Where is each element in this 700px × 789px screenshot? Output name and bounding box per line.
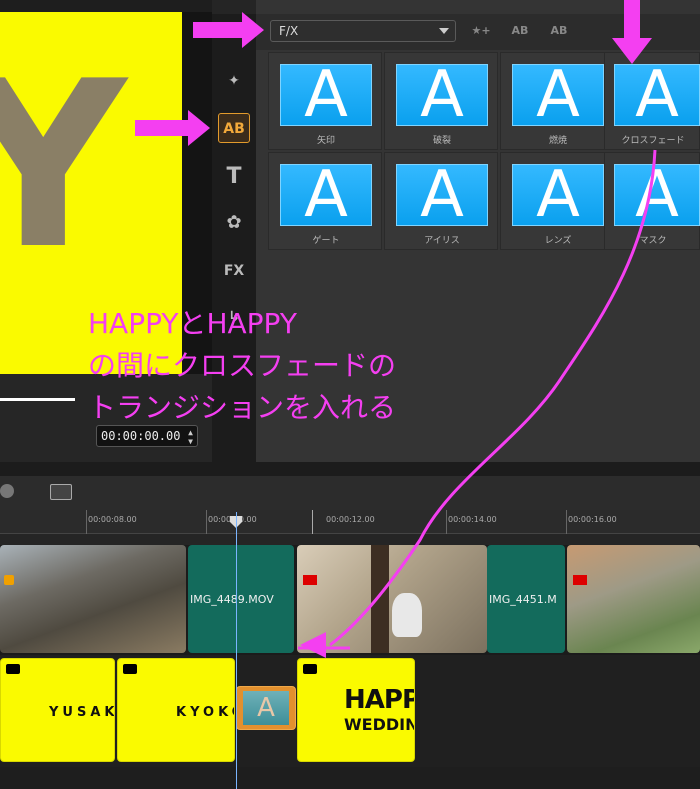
annotation-line: HAPPYとHAPPY	[88, 307, 297, 340]
annotation-line: の間にクロスフェードの	[88, 349, 397, 382]
arrow-to-dropdown	[193, 12, 264, 48]
arrow-to-crossfade	[612, 0, 652, 64]
arrow-to-transition-icon	[135, 110, 210, 146]
annotation-line: トランジションを入れる	[88, 391, 397, 424]
drag-arrowhead	[300, 632, 326, 658]
